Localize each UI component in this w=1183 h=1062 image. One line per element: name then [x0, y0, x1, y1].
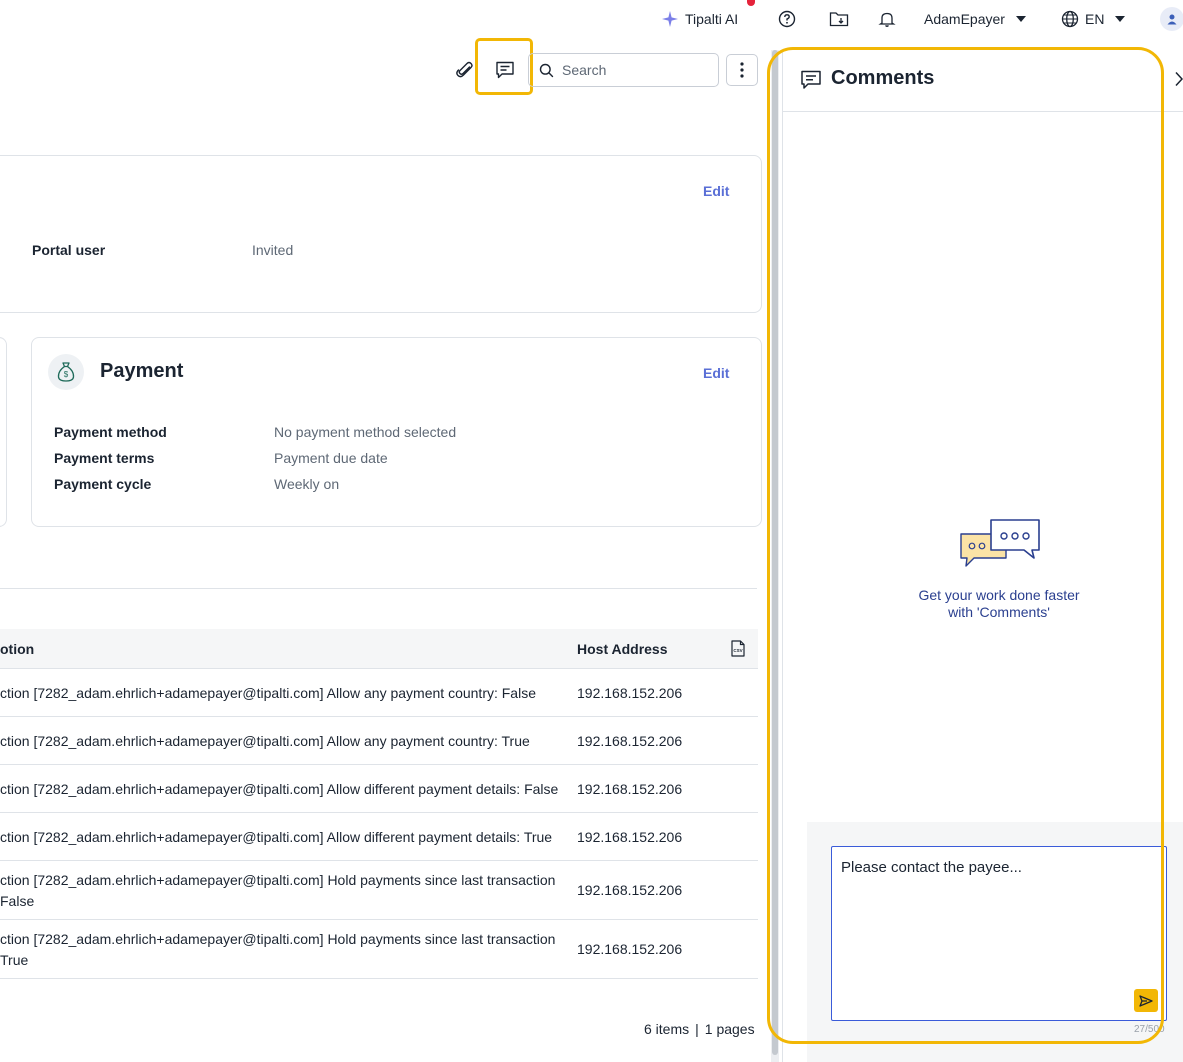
character-counter: 27/500 — [1134, 1024, 1165, 1035]
top-bar: Tipalti AI AdamEpayer EN — [0, 0, 1183, 38]
folder-download-icon — [829, 10, 849, 28]
table-header: otion Host Address CSV — [0, 629, 758, 669]
row-host-address: 192.168.152.206 — [577, 781, 683, 797]
page-count: 1 pages — [704, 1021, 755, 1037]
adjacent-card — [0, 337, 7, 527]
comments-empty-state: Get your work done faster with 'Comments… — [900, 587, 1098, 621]
column-header-host-address[interactable]: Host Address — [577, 629, 668, 669]
portal-user-label: Portal user — [32, 242, 106, 258]
language-label: EN — [1085, 11, 1105, 27]
paperclip-icon — [455, 60, 475, 80]
edit-payment-button[interactable]: Edit — [703, 365, 729, 381]
row-host-address: 192.168.152.206 — [577, 685, 683, 701]
user-menu[interactable]: AdamEpayer — [924, 0, 1027, 38]
caret-down-icon — [1015, 15, 1027, 23]
search-icon — [539, 63, 554, 78]
notification-dot — [747, 0, 755, 6]
empty-state-line-1: Get your work done faster — [918, 587, 1080, 603]
chat-bubbles-icon — [958, 518, 1042, 570]
caret-down-icon — [1114, 15, 1126, 23]
table-row[interactable]: ction [7282_adam.ehrlich+adamepayer@tipa… — [0, 813, 758, 861]
payment-terms-value: Payment due date — [274, 450, 388, 466]
row-description: ction [7282_adam.ehrlich+adamepayer@tipa… — [0, 829, 553, 845]
help-icon — [778, 10, 796, 28]
csv-icon[interactable]: CSV — [731, 640, 745, 657]
bell-icon — [878, 10, 896, 28]
comment-icon — [800, 69, 822, 90]
payment-terms-label: Payment terms — [54, 450, 155, 466]
send-comment-button[interactable] — [1134, 989, 1158, 1012]
sparkle-icon — [661, 10, 679, 28]
comment-composer[interactable] — [831, 846, 1167, 1021]
comments-panel-title: Comments — [831, 67, 935, 89]
downloads-button[interactable] — [829, 0, 849, 38]
row-host-address: 192.168.152.206 — [577, 941, 683, 957]
row-description: ction [7282_adam.ehrlich+adamepayer@tipa… — [0, 872, 556, 888]
pager-separator: | — [695, 1021, 699, 1037]
audit-table: otion Host Address CSV ction [7282_adam.… — [0, 629, 758, 979]
portal-user-card — [0, 155, 762, 313]
language-menu[interactable]: EN — [1061, 0, 1126, 38]
comment-input[interactable] — [832, 847, 1166, 1020]
money-bag-icon: $ — [56, 361, 76, 383]
search-field[interactable] — [528, 53, 719, 87]
more-actions-button[interactable] — [726, 54, 758, 86]
edit-portal-user-button[interactable]: Edit — [703, 183, 729, 199]
row-description: ction [7282_adam.ehrlich+adamepayer@tipa… — [0, 931, 556, 947]
comments-button-highlight — [475, 38, 533, 95]
payment-method-value: No payment method selected — [274, 424, 457, 440]
table-row[interactable]: ction [7282_adam.ehrlich+adamepayer@tipa… — [0, 861, 758, 920]
row-host-address: 192.168.152.206 — [577, 882, 683, 898]
table-row[interactable]: ction [7282_adam.ehrlich+adamepayer@tipa… — [0, 920, 758, 979]
svg-text:CSV: CSV — [733, 648, 742, 653]
table-row[interactable]: ction [7282_adam.ehrlich+adamepayer@tipa… — [0, 765, 758, 813]
item-count: 6 items — [644, 1021, 690, 1037]
avatar[interactable] — [1160, 0, 1183, 38]
tipalti-ai-button[interactable]: Tipalti AI — [661, 0, 738, 38]
column-header-description[interactable]: otion — [0, 629, 34, 669]
row-description: ction [7282_adam.ehrlich+adamepayer@tipa… — [0, 733, 530, 749]
attachments-button[interactable] — [453, 58, 477, 82]
table-row[interactable]: ction [7282_adam.ehrlich+adamepayer@tipa… — [0, 717, 758, 765]
globe-icon — [1061, 10, 1079, 28]
svg-text:$: $ — [64, 370, 69, 379]
search-input[interactable] — [562, 62, 712, 78]
row-description: ction [7282_adam.ehrlich+adamepayer@tipa… — [0, 781, 559, 797]
row-description: ction [7282_adam.ehrlich+adamepayer@tipa… — [0, 685, 536, 701]
tipalti-ai-label: Tipalti AI — [685, 11, 739, 27]
close-icon[interactable] — [1175, 71, 1183, 87]
portal-user-value: Invited — [252, 242, 294, 258]
pagination-summary: 6 items | 1 pages — [644, 1021, 755, 1037]
empty-state-line-2: with 'Comments' — [948, 604, 1050, 620]
main-scrollbar-thumb[interactable] — [772, 50, 778, 1055]
send-icon — [1139, 994, 1153, 1007]
payment-card-title: Payment — [100, 360, 184, 382]
table-row[interactable]: ction [7282_adam.ehrlich+adamepayer@tipa… — [0, 669, 758, 717]
help-button[interactable] — [778, 0, 796, 38]
money-bag-badge: $ — [48, 354, 84, 390]
payment-cycle-label: Payment cycle — [54, 476, 152, 492]
row-host-address: 192.168.152.206 — [577, 829, 683, 845]
row-description-wrap: False — [0, 893, 35, 909]
payment-method-label: Payment method — [54, 424, 167, 440]
user-name: AdamEpayer — [924, 11, 1005, 27]
row-description-wrap: True — [0, 952, 29, 968]
notifications-button[interactable] — [878, 0, 896, 38]
payment-cycle-value: Weekly on — [274, 476, 340, 492]
kebab-icon — [740, 62, 744, 78]
user-icon — [1160, 7, 1183, 31]
row-host-address: 192.168.152.206 — [577, 733, 683, 749]
section-divider — [0, 588, 757, 589]
